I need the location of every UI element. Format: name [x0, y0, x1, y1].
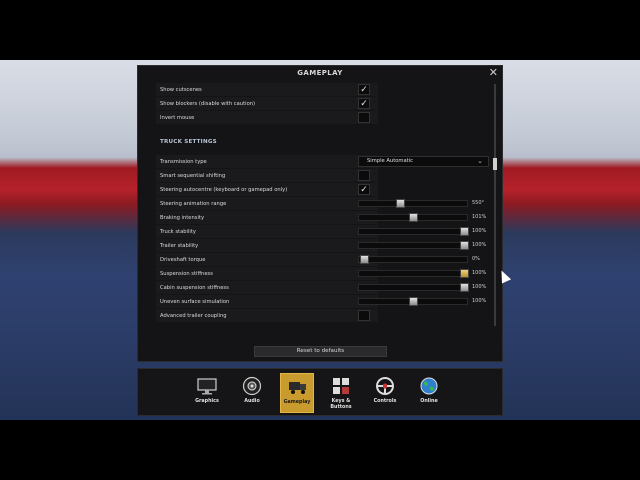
steering-range-slider[interactable]: [358, 199, 468, 208]
label: Show blockers (disable with caution): [160, 100, 256, 107]
value: 100%: [472, 228, 487, 234]
monitor-icon: [197, 378, 217, 395]
tab-label: Graphics: [195, 399, 219, 404]
label: Braking intensity: [160, 214, 205, 221]
label: Advanced trailer coupling: [160, 312, 227, 319]
label: Cabin suspension stiffness: [160, 284, 229, 291]
tab-audio[interactable]: Audio: [235, 373, 269, 413]
gameplay-settings-dialog: GAMEPLAY ✕ Show cutscenes ✓ Show blocker…: [137, 65, 503, 362]
label: Suspension stiffness: [160, 270, 213, 277]
section-truck-settings: TRUCK SETTINGS: [160, 139, 217, 145]
row-steering-range[interactable]: Steering animation range 550°: [150, 197, 490, 210]
slider-thumb[interactable]: [396, 199, 406, 208]
suspension-stiffness-slider[interactable]: [358, 269, 469, 278]
slider-thumb[interactable]: [360, 255, 370, 264]
invert-mouse-checkbox[interactable]: [358, 112, 370, 123]
slider-thumb[interactable]: [459, 227, 469, 236]
tab-label: Online: [420, 399, 438, 404]
row-invert-mouse[interactable]: Invert mouse: [150, 111, 490, 124]
show-cutscenes-checkbox[interactable]: ✓: [358, 84, 370, 95]
tab-label: Keys & Buttons: [324, 399, 358, 411]
tab-label: Gameplay: [283, 400, 311, 405]
value: 100%: [472, 270, 487, 276]
reset-to-defaults-button[interactable]: Reset to defaults: [254, 346, 387, 357]
label: Smart sequential shifting: [160, 172, 226, 179]
label: Trailer stability: [160, 242, 199, 249]
tab-online[interactable]: Online: [412, 373, 446, 413]
row-trailer-coupling[interactable]: Advanced trailer coupling: [150, 309, 490, 322]
row-cabin-suspension[interactable]: Cabin suspension stiffness 100%: [150, 281, 490, 294]
label: Show cutscenes: [160, 86, 202, 93]
settings-list: Show cutscenes ✓ Show blockers (disable …: [150, 81, 490, 329]
truck-stability-slider[interactable]: [358, 227, 469, 236]
label: Steering animation range: [160, 200, 227, 207]
label: Driveshaft torque: [160, 256, 206, 263]
scrollbar-thumb[interactable]: [493, 158, 497, 170]
steering-wheel-icon: [376, 377, 394, 395]
value: 100%: [472, 242, 487, 248]
slider-thumb[interactable]: [459, 269, 469, 278]
close-icon[interactable]: ✕: [489, 67, 498, 79]
uneven-surface-slider[interactable]: [358, 297, 468, 306]
dialog-title: GAMEPLAY: [297, 69, 343, 77]
row-driveshaft-torque[interactable]: Driveshaft torque 0%: [150, 253, 490, 266]
tab-label-line2: Buttons: [330, 405, 352, 410]
tab-graphics[interactable]: Graphics: [190, 373, 224, 413]
tab-gameplay[interactable]: Gameplay: [280, 373, 314, 413]
slider-thumb[interactable]: [409, 213, 418, 222]
cabin-suspension-slider[interactable]: [358, 283, 469, 292]
show-blockers-checkbox[interactable]: ✓: [358, 98, 370, 109]
value: 101%: [472, 214, 487, 220]
row-show-cutscenes[interactable]: Show cutscenes ✓: [150, 83, 490, 96]
slider-thumb[interactable]: [459, 241, 469, 250]
tab-label: Audio: [244, 399, 260, 404]
value: 550°: [472, 200, 485, 206]
slider-thumb[interactable]: [459, 283, 469, 292]
row-truck-stability[interactable]: Truck stability 100%: [150, 225, 490, 238]
letterbox-bottom: [0, 420, 640, 480]
row-uneven-surface[interactable]: Uneven surface simulation 100%: [150, 295, 490, 308]
letterbox-top: [0, 0, 640, 60]
value: 0%: [472, 256, 480, 262]
scrollbar[interactable]: [493, 84, 497, 326]
smart-shifting-checkbox[interactable]: [358, 170, 370, 181]
value: 100%: [472, 284, 487, 290]
chevron-down-icon: ⌄: [477, 157, 483, 165]
keyboard-icon: [333, 378, 349, 394]
steering-autocentre-checkbox[interactable]: ✓: [358, 184, 370, 195]
transmission-type-select[interactable]: Simple Automatic ⌄: [358, 156, 489, 167]
row-show-blockers[interactable]: Show blockers (disable with caution) ✓: [150, 97, 490, 110]
value: 100%: [472, 298, 487, 304]
row-steering-autocentre[interactable]: Steering autocentre (keyboard or gamepad…: [150, 183, 490, 196]
label: Transmission type: [160, 158, 207, 165]
slider-thumb[interactable]: [409, 297, 418, 306]
driveshaft-torque-slider[interactable]: [358, 255, 468, 264]
label: Invert mouse: [160, 114, 195, 121]
row-smart-shifting[interactable]: Smart sequential shifting: [150, 169, 490, 182]
tab-controls[interactable]: Controls: [368, 373, 402, 413]
row-trailer-stability[interactable]: Trailer stability 100%: [150, 239, 490, 252]
trailer-coupling-checkbox[interactable]: [358, 310, 370, 321]
settings-tab-bar: Graphics Audio Gameplay Keys & Buttons C…: [137, 368, 503, 416]
label: Truck stability: [160, 228, 196, 235]
row-transmission-type[interactable]: Transmission type Simple Automatic ⌄: [150, 155, 490, 168]
row-suspension-stiffness[interactable]: Suspension stiffness 100%: [150, 267, 490, 280]
trailer-stability-slider[interactable]: [358, 241, 469, 250]
speaker-icon: [242, 376, 262, 396]
label: Uneven surface simulation: [160, 298, 230, 305]
truck-icon: [289, 382, 306, 394]
label: Steering autocentre (keyboard or gamepad…: [160, 186, 288, 193]
braking-intensity-slider[interactable]: [358, 213, 468, 222]
row-braking-intensity[interactable]: Braking intensity 101%: [150, 211, 490, 224]
globe-icon: [420, 377, 438, 395]
tab-keys-buttons[interactable]: Keys & Buttons: [324, 373, 358, 413]
select-value: Simple Automatic: [367, 158, 413, 164]
tab-label: Controls: [373, 399, 397, 404]
